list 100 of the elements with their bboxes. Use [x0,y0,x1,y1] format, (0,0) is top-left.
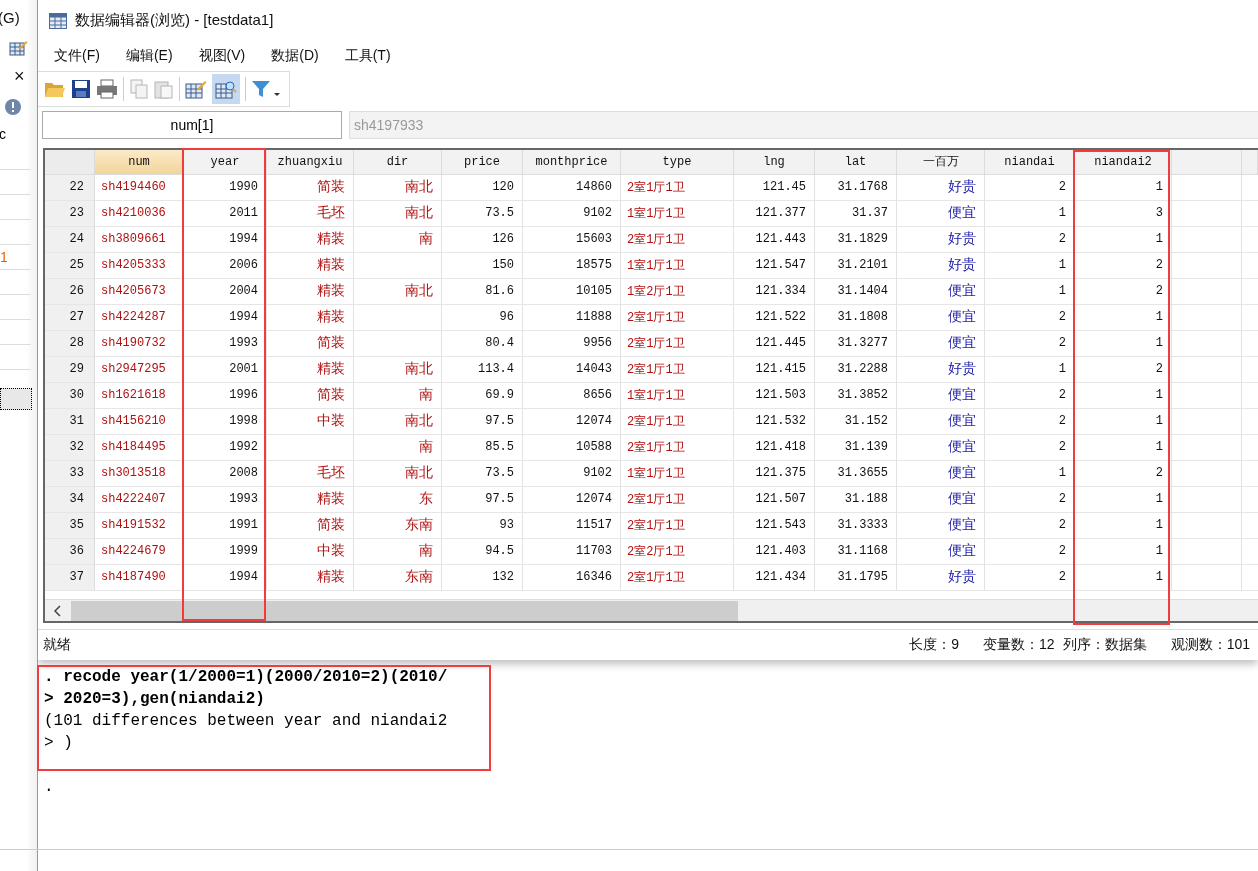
menu-item[interactable]: 数据(D) [271,47,319,66]
table-cell: 121.375 [734,460,815,487]
table-cell: 121.45 [734,174,815,201]
console-line: > 2020=3),gen(niandai2) [44,689,266,710]
table-cell: 31.1404 [815,278,897,305]
table-cell: 1 [1075,564,1172,591]
row-number: 28 [45,330,95,357]
empty-cell [1172,460,1242,487]
table-cell: 31.139 [815,434,897,461]
table-cell: 南 [354,434,442,461]
column-header[interactable]: num [95,150,184,175]
table-cell: 精装 [267,278,354,305]
table-cell: 精装 [267,226,354,253]
variable-name-field[interactable]: num[1] [42,110,342,139]
column-header[interactable]: year [184,150,267,175]
table-cell: 2室1厅1卫 [621,564,734,591]
menu-item[interactable]: 工具(T) [344,47,391,66]
column-header[interactable]: type [621,150,734,175]
table-cell: 121.443 [734,226,815,253]
table-cell: sh4184495 [95,434,184,461]
empty-cell [1172,174,1242,201]
column-header[interactable]: zhuangxiu [267,150,354,175]
table-cell: 南 [354,382,442,409]
save-icon[interactable] [71,78,91,99]
table-cell: 2 [985,538,1075,565]
column-header[interactable]: niandai2 [1075,150,1172,175]
grid-edit-icon[interactable] [8,38,28,58]
table-cell: 1室1厅1卫 [621,460,734,487]
table-cell: 31.188 [815,486,897,513]
column-header[interactable]: lng [734,150,815,175]
table-cell: sh4222407 [95,486,184,513]
column-header[interactable]: 一百万 [897,150,985,175]
table-cell: 12074 [523,408,621,435]
empty-cell [1172,408,1242,435]
column-header[interactable]: dir [354,150,442,175]
scrollbar-thumb[interactable] [71,600,738,621]
menu-item[interactable]: 视图(V) [198,47,246,66]
table-cell: 简装 [267,174,354,201]
table-cell: 121.377 [734,200,815,227]
row-number: 31 [45,408,95,435]
menu-item[interactable]: 文件(F) [54,47,100,66]
table-cell: 9956 [523,330,621,357]
table-cell: 2 [1075,278,1172,305]
console-line: . [44,777,55,798]
status-text: 观测数：101 [1170,636,1250,655]
table-cell: 1 [1075,486,1172,513]
table-cell: sh1621618 [95,382,184,409]
table-cell: 1998 [184,408,267,435]
empty-cell [1172,330,1242,357]
table-cell: 便宜 [897,382,985,409]
table-cell: 1 [985,356,1075,383]
table-cell: 南北 [354,278,442,305]
table-cell: 150 [442,252,523,279]
row-number: 33 [45,460,95,487]
grid-edit-icon[interactable] [185,78,207,99]
menu-item[interactable]: 编辑(E) [125,47,173,66]
table-cell: 2 [985,226,1075,253]
table-cell: 73.5 [442,200,523,227]
filter-icon[interactable] [251,78,281,99]
table-cell: 14043 [523,356,621,383]
table-cell: 1993 [184,330,267,357]
table-cell: 2室1厅1卫 [621,330,734,357]
row-number: 37 [45,564,95,591]
table-cell: 中装 [267,408,354,435]
table-cell: 93 [442,512,523,539]
print-icon[interactable] [96,78,118,99]
table-cell: 1 [1075,512,1172,539]
table-cell: 73.5 [442,460,523,487]
table-cell: 31.3655 [815,460,897,487]
list-item[interactable] [0,388,32,410]
scroll-left-icon[interactable] [53,604,63,617]
browse-button[interactable] [212,73,240,104]
table-cell: 2 [985,330,1075,357]
close-icon[interactable]: × [14,66,25,86]
table-cell: 好贵 [897,226,985,253]
table-cell: 南北 [354,460,442,487]
table-cell: 2 [1075,356,1172,383]
row-number: 32 [45,434,95,461]
table-cell: 便宜 [897,512,985,539]
table-cell: 2 [985,304,1075,331]
column-header[interactable]: lat [815,150,897,175]
row-number: 29 [45,356,95,383]
table-cell: 121.434 [734,564,815,591]
table-cell: 中装 [267,538,354,565]
table-cell: 31.3277 [815,330,897,357]
table-cell: 1 [1075,304,1172,331]
column-header[interactable]: niandai [985,150,1075,175]
table-cell: 2006 [184,252,267,279]
table-cell: 2011 [184,200,267,227]
table-cell: 2 [985,408,1075,435]
row-number: 25 [45,252,95,279]
table-cell: sh4194460 [95,174,184,201]
column-header[interactable]: monthprice [523,150,621,175]
column-header[interactable]: price [442,150,523,175]
table-cell: 31.2288 [815,356,897,383]
table-cell: 31.1168 [815,538,897,565]
table-cell: 南北 [354,174,442,201]
horizontal-scrollbar[interactable] [45,598,1258,622]
table-cell: 121.532 [734,408,815,435]
table-cell: 2001 [184,356,267,383]
